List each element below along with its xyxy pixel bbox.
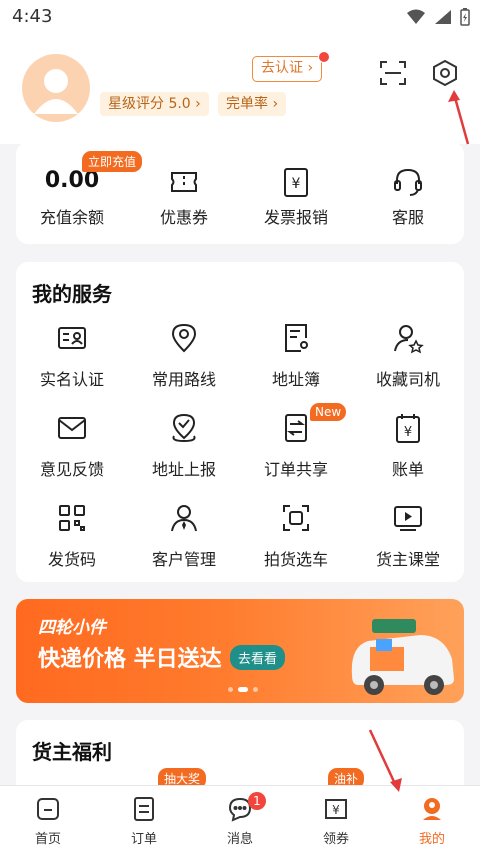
promo-banner[interactable]: 四轮小件 快递价格 半日送达 去看看 xyxy=(16,599,464,703)
new-tag: New xyxy=(310,403,347,421)
banner-go-button[interactable]: 去看看 xyxy=(230,645,286,670)
battery-icon xyxy=(460,8,470,26)
avatar[interactable] xyxy=(22,54,90,122)
rating-label: 星级评分 5.0 xyxy=(108,96,191,112)
coupon-label: 优惠券 xyxy=(159,208,208,227)
completion-pill[interactable]: 完单率 › xyxy=(218,92,287,116)
message-badge: 1 xyxy=(248,792,266,810)
customer-service-label: 客服 xyxy=(391,208,424,227)
annotation-arrow-bottom xyxy=(368,729,402,792)
van-illustration-icon xyxy=(351,619,454,695)
bottom-tab-bar: 首页 订单 消息 1 ¥ 领券 我的 xyxy=(0,785,480,854)
tab-coupons[interactable]: ¥ 领券 xyxy=(288,786,384,854)
service-label: 收藏司机 xyxy=(375,370,440,389)
avatar-icon xyxy=(34,69,78,114)
invoice-label: 发票报销 xyxy=(263,208,328,227)
qr-code-icon xyxy=(59,505,85,531)
bill-icon: ¥ xyxy=(396,414,420,443)
order-share-icon xyxy=(285,414,307,442)
status-icons xyxy=(406,8,470,26)
favorite-driver-icon xyxy=(394,325,424,354)
settings-icon xyxy=(433,59,457,87)
service-label: 货主课堂 xyxy=(375,550,440,569)
coupon-tab-icon: ¥ xyxy=(325,799,347,819)
welfare-title: 货主福利 xyxy=(32,740,112,764)
service-label: 意见反馈 xyxy=(39,460,104,479)
verify-button[interactable]: 去认证 › xyxy=(252,56,323,82)
home-icon xyxy=(37,798,59,820)
tab-label: 订单 xyxy=(130,832,157,847)
location-pin-icon xyxy=(171,323,197,353)
svg-text:¥: ¥ xyxy=(404,425,412,440)
completion-label: 完单率 xyxy=(226,96,268,112)
location-check-icon xyxy=(172,413,196,443)
signal-icon xyxy=(435,10,451,24)
services-title: 我的服务 xyxy=(32,282,112,306)
service-item-shipping-code[interactable]: 发货码 xyxy=(16,502,128,592)
service-item-order-share[interactable]: 订单共享 New xyxy=(240,403,352,502)
service-label: 实名认证 xyxy=(39,370,104,389)
service-label: 客户管理 xyxy=(151,550,216,569)
banner-subtitle: 四轮小件 xyxy=(38,618,106,638)
coupon-icon xyxy=(171,172,197,192)
svg-text:¥: ¥ xyxy=(292,176,301,192)
service-label: 常用路线 xyxy=(151,370,216,389)
tab-label: 消息 xyxy=(226,832,253,847)
verify-label: 去认证 xyxy=(261,60,303,76)
tab-label: 领券 xyxy=(322,832,349,847)
scan-icon xyxy=(380,61,406,85)
quick-actions-card: 0.00 充值余额 立即充值 优惠券 ¥ 发票报销 客服 xyxy=(16,142,464,244)
video-play-icon xyxy=(394,506,422,531)
notification-dot xyxy=(318,51,330,63)
tab-mine[interactable]: 我的 xyxy=(384,786,480,854)
rating-pill[interactable]: 星级评分 5.0 › xyxy=(100,92,209,116)
customer-service-item[interactable]: 客服 xyxy=(352,142,464,244)
profile-icon xyxy=(423,798,441,820)
service-item-real-name[interactable]: 实名认证 xyxy=(16,322,128,412)
address-book-icon xyxy=(285,324,308,352)
orders-icon xyxy=(134,797,154,821)
banner-title: 快递价格 半日送达 xyxy=(38,647,222,672)
mail-icon xyxy=(58,417,86,439)
customer-icon xyxy=(171,505,197,532)
balance-label: 充值余额 xyxy=(39,208,104,227)
service-item-address-book[interactable]: 地址簿 xyxy=(240,322,352,412)
service-item-favorite-drivers[interactable]: 收藏司机 xyxy=(352,322,464,412)
service-item-address-report[interactable]: 地址上报 xyxy=(128,412,240,502)
camera-scan-icon xyxy=(283,505,309,531)
scan-button[interactable] xyxy=(376,56,410,90)
service-label: 账单 xyxy=(391,460,424,479)
service-item-routes[interactable]: 常用路线 xyxy=(128,322,240,412)
service-item-bill[interactable]: ¥ 账单 xyxy=(352,412,464,502)
service-item-customer-management[interactable]: 客户管理 xyxy=(128,502,240,592)
tab-messages[interactable]: 消息 1 xyxy=(192,786,288,854)
service-item-feedback[interactable]: 意见反馈 xyxy=(16,412,128,502)
coupon-item[interactable]: 优惠券 xyxy=(128,142,240,244)
svg-text:¥: ¥ xyxy=(332,803,340,817)
wifi-icon xyxy=(407,9,425,24)
annotation-arrow-top xyxy=(448,90,470,145)
tab-label: 我的 xyxy=(418,832,445,847)
service-label: 发货码 xyxy=(47,550,96,569)
service-label: 地址簿 xyxy=(271,370,320,389)
settings-button[interactable] xyxy=(428,56,462,90)
banner-pagination xyxy=(228,687,258,692)
services-card: 我的服务 实名认证 常用路线 地址簿 收藏司机 意见反馈 地址上报 订单共享 N… xyxy=(16,262,464,582)
headset-icon xyxy=(394,168,422,196)
invoice-icon: ¥ xyxy=(284,168,308,197)
service-item-shipper-class[interactable]: 货主课堂 xyxy=(352,502,464,592)
service-label: 订单共享 xyxy=(263,460,328,479)
service-label: 拍货选车 xyxy=(263,550,328,569)
id-card-icon xyxy=(58,327,86,349)
status-time: 4:43 xyxy=(12,6,53,27)
invoice-item[interactable]: ¥ 发票报销 xyxy=(240,142,352,244)
tab-orders[interactable]: 订单 xyxy=(96,786,192,854)
status-bar: 4:43 xyxy=(0,0,480,34)
service-item-photo-select-vehicle[interactable]: 拍货选车 xyxy=(240,502,352,592)
tab-label: 首页 xyxy=(34,832,61,847)
service-label: 地址上报 xyxy=(151,460,216,479)
tab-home[interactable]: 首页 xyxy=(0,786,96,854)
